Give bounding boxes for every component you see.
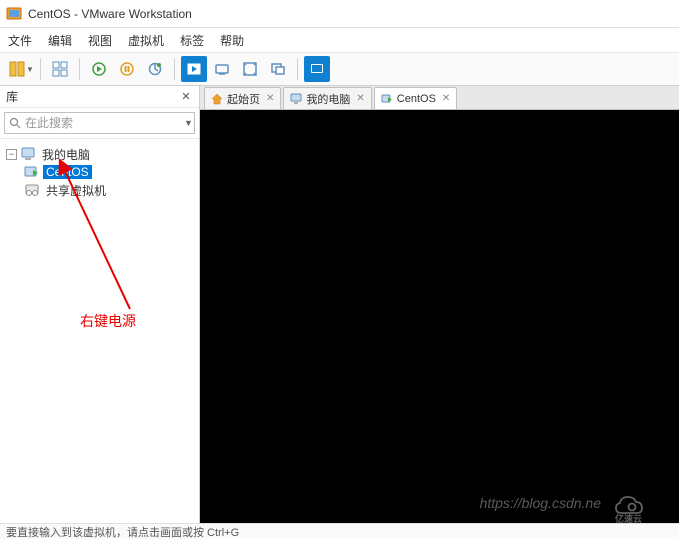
snapshot-manager-button[interactable] bbox=[209, 56, 235, 82]
menu-view[interactable]: 视图 bbox=[88, 32, 112, 49]
tab-close-icon[interactable]: ✕ bbox=[266, 93, 274, 104]
sidebar-tree: − 我的电脑 CentOS 共享虚拟机 bbox=[0, 139, 199, 523]
titlebar: CentOS - VMware Workstation bbox=[0, 0, 679, 28]
content-area: 库 ✕ ▼ − 我的电脑 bbox=[0, 86, 679, 523]
menu-help[interactable]: 帮助 bbox=[220, 32, 244, 49]
snapshot-button[interactable] bbox=[181, 56, 207, 82]
tab-label: 起始页 bbox=[227, 91, 260, 107]
sidebar-close-icon[interactable]: ✕ bbox=[179, 90, 193, 104]
menu-vm[interactable]: 虚拟机 bbox=[128, 32, 164, 49]
library-dropdown-icon[interactable]: ▼ bbox=[26, 65, 34, 74]
tree-item-label: CentOS bbox=[43, 165, 92, 179]
shared-vm-icon bbox=[24, 183, 40, 197]
menu-file[interactable]: 文件 bbox=[8, 32, 32, 49]
tab-centos[interactable]: CentOS ✕ bbox=[374, 87, 458, 109]
vm-icon bbox=[381, 93, 393, 105]
search-dropdown-icon[interactable]: ▼ bbox=[184, 118, 193, 128]
console-view-button[interactable] bbox=[304, 56, 330, 82]
sidebar-title: 库 bbox=[6, 88, 18, 105]
sidebar: 库 ✕ ▼ − 我的电脑 bbox=[0, 86, 200, 523]
search-wrap: ▼ bbox=[0, 108, 199, 139]
menubar: 文件 编辑 视图 虚拟机 标签 帮助 bbox=[0, 28, 679, 52]
search-input[interactable] bbox=[25, 116, 180, 130]
tab-label: CentOS bbox=[397, 93, 436, 105]
search-icon bbox=[9, 117, 21, 129]
unity-button[interactable] bbox=[265, 56, 291, 82]
main-view: 起始页 ✕ 我的电脑 ✕ CentOS ✕ bbox=[200, 86, 679, 523]
restart-button[interactable] bbox=[142, 56, 168, 82]
statusbar: 要直接输入到该虚拟机，请点击画面或按 Ctrl+G bbox=[0, 523, 679, 539]
tab-close-icon[interactable]: ✕ bbox=[442, 93, 450, 104]
thumbnails-button[interactable] bbox=[47, 56, 73, 82]
toolbar: ▼ bbox=[0, 52, 679, 86]
tab-home[interactable]: 起始页 ✕ bbox=[204, 87, 281, 109]
window-title: CentOS - VMware Workstation bbox=[28, 7, 192, 21]
menu-edit[interactable]: 编辑 bbox=[48, 32, 72, 49]
toolbar-separator bbox=[297, 58, 298, 80]
tree-item-label: 共享虚拟机 bbox=[43, 182, 109, 199]
home-icon bbox=[211, 93, 223, 105]
app-icon bbox=[6, 6, 22, 22]
tab-close-icon[interactable]: ✕ bbox=[356, 93, 364, 104]
status-text: 要直接输入到该虚拟机，请点击画面或按 Ctrl+G bbox=[6, 524, 239, 540]
annotation-text: 右键电源 bbox=[80, 311, 136, 331]
tab-my-computer[interactable]: 我的电脑 ✕ bbox=[283, 87, 371, 109]
tree-collapse-icon[interactable]: − bbox=[6, 149, 17, 160]
vm-console-view[interactable] bbox=[200, 110, 679, 523]
computer-icon bbox=[20, 147, 36, 161]
tree-item-shared-vms[interactable]: 共享虚拟机 bbox=[4, 181, 195, 199]
tree-root-label: 我的电脑 bbox=[39, 146, 93, 163]
menu-tabs[interactable]: 标签 bbox=[180, 32, 204, 49]
toolbar-separator bbox=[174, 58, 175, 80]
toolbar-separator bbox=[79, 58, 80, 80]
tab-label: 我的电脑 bbox=[306, 91, 350, 107]
search-box[interactable]: ▼ bbox=[4, 112, 195, 134]
tree-root-my-computer[interactable]: − 我的电脑 bbox=[4, 145, 195, 163]
vm-icon bbox=[24, 165, 40, 179]
computer-icon bbox=[290, 93, 302, 105]
sidebar-header: 库 ✕ bbox=[0, 86, 199, 108]
power-on-button[interactable] bbox=[86, 56, 112, 82]
tabbar: 起始页 ✕ 我的电脑 ✕ CentOS ✕ bbox=[200, 86, 679, 110]
suspend-button[interactable] bbox=[114, 56, 140, 82]
fullscreen-button[interactable] bbox=[237, 56, 263, 82]
toolbar-separator bbox=[40, 58, 41, 80]
tree-item-centos[interactable]: CentOS bbox=[4, 163, 195, 181]
